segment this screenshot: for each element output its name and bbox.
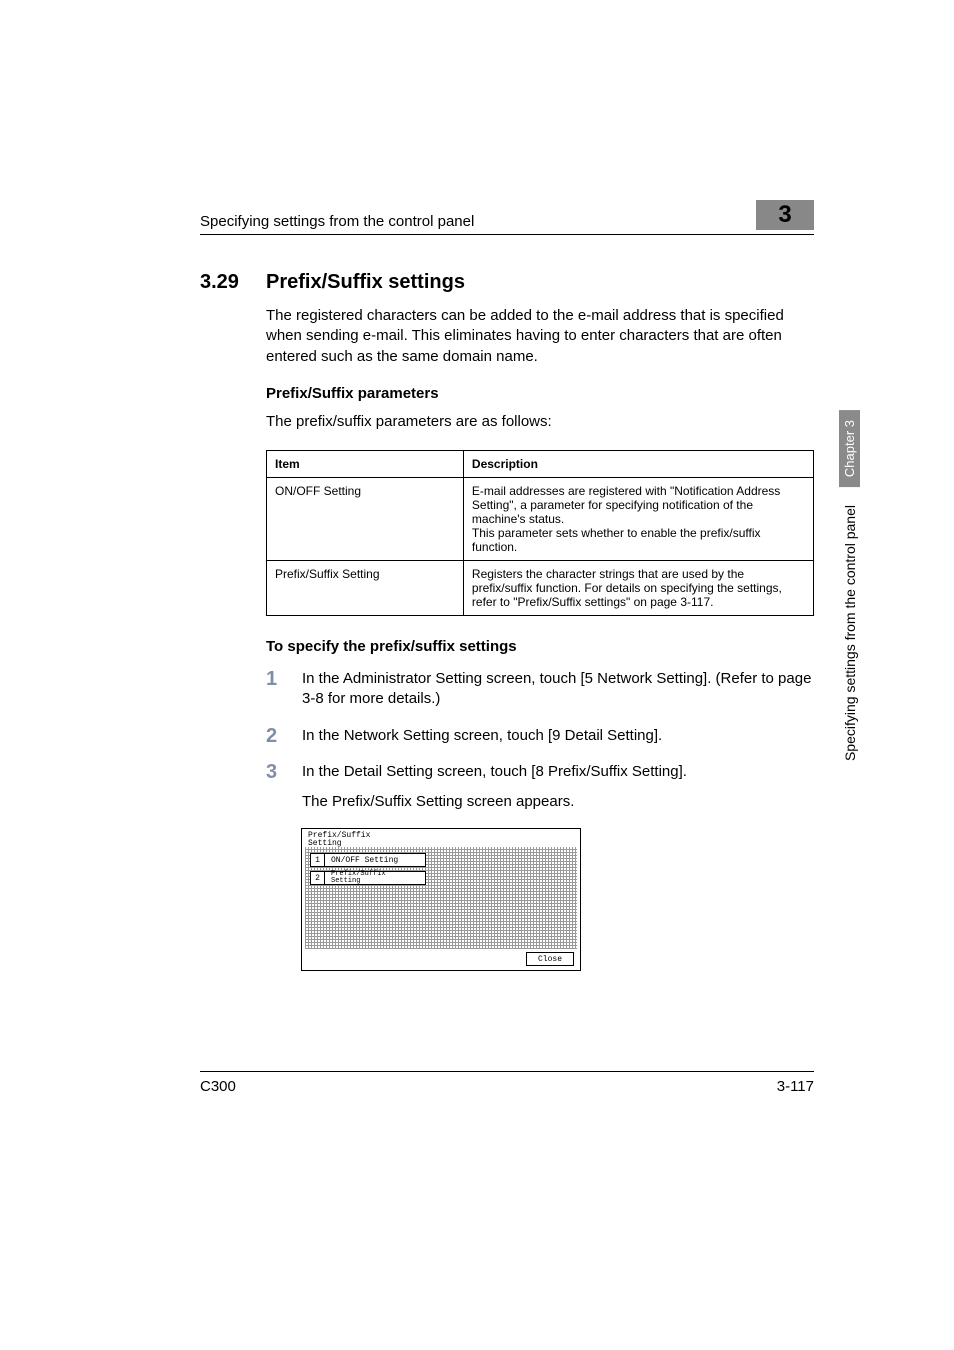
section-heading-row: 3.29 Prefix/Suffix settings [200, 271, 814, 294]
step-subtext: The Prefix/Suffix Setting screen appears… [302, 792, 687, 812]
cell-item: Prefix/Suffix Setting [267, 561, 464, 616]
step-number: 1 [266, 669, 284, 710]
step-text: In the Detail Setting screen, touch [8 P… [302, 762, 687, 813]
screenshot-button-label: Prefix/Suffix Setting [325, 871, 392, 885]
section-number: 3.29 [200, 271, 250, 294]
table-header-row: Item Description [267, 451, 814, 478]
parameters-lead: The prefix/suffix parameters are as foll… [266, 412, 814, 432]
section-intro: The registered characters can be added t… [266, 306, 814, 367]
running-header: Specifying settings from the control pan… [200, 200, 814, 235]
section-title: Prefix/Suffix settings [266, 271, 465, 294]
screenshot-button-prefixsuffix: 2 Prefix/Suffix Setting [310, 871, 426, 885]
screenshot-button-label: ON/OFF Setting [325, 856, 404, 865]
step-text: In the Administrator Setting screen, tou… [302, 669, 814, 710]
step: 3 In the Detail Setting screen, touch [8… [266, 762, 814, 813]
side-tab-group: Chapter 3 Specifying settings from the c… [839, 410, 860, 761]
step: 1 In the Administrator Setting screen, t… [266, 669, 814, 710]
procedure-steps: 1 In the Administrator Setting screen, t… [266, 669, 814, 812]
col-header-item: Item [267, 451, 464, 478]
chapter-tab: Chapter 3 [839, 410, 860, 487]
procedure-heading: To specify the prefix/suffix settings [266, 638, 814, 655]
screenshot-button-number: 2 [311, 872, 325, 884]
screenshot-button-onoff: 1 ON/OFF Setting [310, 853, 426, 867]
col-header-description: Description [463, 451, 813, 478]
footer-page-number: 3-117 [777, 1078, 814, 1095]
step-number: 3 [266, 762, 284, 813]
step-text: In the Network Setting screen, touch [9 … [302, 726, 662, 746]
step: 2 In the Network Setting screen, touch [… [266, 726, 814, 746]
screenshot-button-number: 1 [311, 854, 325, 866]
table-row: ON/OFF Setting E-mail addresses are regi… [267, 478, 814, 561]
table-row: Prefix/Suffix Setting Registers the char… [267, 561, 814, 616]
step-number: 2 [266, 726, 284, 746]
chapter-number: 3 [778, 201, 791, 229]
cell-desc: E-mail addresses are registered with "No… [463, 478, 813, 561]
side-running-title: Specifying settings from the control pan… [842, 505, 858, 761]
body-column: The registered characters can be added t… [266, 306, 814, 971]
page-footer: C300 3-117 [200, 1071, 814, 1095]
embedded-screenshot: Prefix/Suffix Setting 1 ON/OFF Setting 2… [301, 828, 581, 971]
cell-desc: Registers the character strings that are… [463, 561, 813, 616]
chapter-number-box: 3 [756, 200, 814, 230]
footer-model: C300 [200, 1078, 236, 1095]
running-header-text: Specifying settings from the control pan… [200, 213, 474, 230]
cell-item: ON/OFF Setting [267, 478, 464, 561]
screenshot-title: Prefix/Suffix Setting [308, 832, 370, 848]
parameters-table: Item Description ON/OFF Setting E-mail a… [266, 450, 814, 616]
screenshot-close-button: Close [526, 952, 574, 966]
page: Specifying settings from the control pan… [0, 0, 954, 1350]
step-text-main: In the Detail Setting screen, touch [8 P… [302, 763, 687, 780]
parameters-heading: Prefix/Suffix parameters [266, 385, 814, 402]
